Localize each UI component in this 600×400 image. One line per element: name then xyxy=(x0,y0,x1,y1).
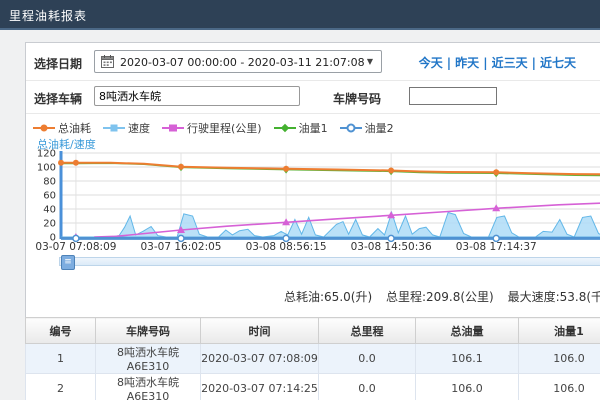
table-header-cell: 编号 xyxy=(26,318,96,344)
table-header-row: 编号车牌号码时间总里程总油量油量1 xyxy=(26,318,600,344)
table-row: 28吨洒水车皖A6E3102020-03-07 07:14:250.0106.0… xyxy=(26,374,600,400)
table-header-cell: 时间 xyxy=(201,318,319,344)
table-cell: 106.0 xyxy=(416,374,519,400)
summary-stats: 总耗油:65.0(升) 总里程:209.8(公里) 最大速度:53.8(千米/小… xyxy=(284,288,600,305)
page-header: 里程油耗报表 xyxy=(0,0,600,30)
report-screen: 里程油耗报表 选择日期 2020-03-07 00:00:00 - 2020-0… xyxy=(0,0,600,400)
chart-marker-circle-open xyxy=(493,235,499,241)
vehicle-label: 选择车辆 xyxy=(34,90,82,107)
table-cell: 106.0 xyxy=(519,374,600,400)
quick-link-yesterday[interactable]: 昨天 xyxy=(455,56,479,70)
table-cell: 0.0 xyxy=(319,344,416,374)
x-tick-label: 03-08 08:56:15 xyxy=(246,241,327,253)
triangle-legend-icon xyxy=(162,123,184,133)
report-panel: 选择日期 2020-03-07 00:00:00 - 2020-03-11 21… xyxy=(25,42,600,400)
square-legend-icon xyxy=(103,123,125,133)
chart-marker-circle-open xyxy=(178,235,184,241)
y-tick-label: 100 xyxy=(37,163,56,174)
chart-marker-circle-open xyxy=(283,235,289,241)
x-tick-label: 03-08 17:14:37 xyxy=(456,241,537,253)
date-range-picker[interactable]: 2020-03-07 00:00:00 - 2020-03-11 21:07:0… xyxy=(94,50,382,73)
fuel-mileage-chart: 02040608010012003-07 07:08:0903-07 16:02… xyxy=(26,147,600,259)
scrollbar-handle[interactable]: ≡ xyxy=(61,255,75,270)
max-speed: 最大速度:53.8(千米/小时) xyxy=(508,290,600,304)
circle-legend-icon xyxy=(33,123,55,133)
table-cell: 106.1 xyxy=(416,344,519,374)
table-header-cell: 总油量 xyxy=(416,318,519,344)
date-label: 选择日期 xyxy=(34,55,82,72)
circle-open-legend-icon xyxy=(340,123,362,133)
table-cell: 2020-03-07 07:08:09 xyxy=(201,344,319,374)
report-table: 编号车牌号码时间总里程总油量油量118吨洒水车皖A6E3102020-03-07… xyxy=(25,317,600,400)
legend-item-1[interactable]: 总油耗 xyxy=(33,120,91,136)
legend-item-4[interactable]: 油量1 xyxy=(274,120,328,136)
table-cell: 8吨洒水车皖A6E310 xyxy=(96,344,201,374)
quick-link-today[interactable]: 今天 xyxy=(419,56,443,70)
chart-legend: 总油耗 速度 行驶里程(公里) 油量1 油量2 xyxy=(33,120,394,136)
table-cell: 106.0 xyxy=(519,344,600,374)
plate-label: 车牌号码 xyxy=(333,90,381,107)
total-mileage: 总里程:209.8(公里) xyxy=(386,290,494,304)
table-header-cell: 车牌号码 xyxy=(96,318,201,344)
chart-marker-circle xyxy=(283,166,289,172)
legend-label: 行驶里程(公里) xyxy=(187,120,262,136)
legend-item-2[interactable]: 速度 xyxy=(103,120,150,136)
vehicle-filter-row: 选择车辆 车牌号码 xyxy=(26,80,600,114)
y-tick-label: 80 xyxy=(43,177,56,188)
quick-link-separator: | xyxy=(447,56,451,70)
legend-label: 油量1 xyxy=(299,120,328,136)
calendar-icon xyxy=(101,55,114,68)
chart-scrollbar[interactable]: ≡ xyxy=(59,257,600,266)
x-tick-label: 03-08 14:50:36 xyxy=(351,241,432,253)
legend-item-3[interactable]: 行驶里程(公里) xyxy=(162,120,262,136)
quick-link-separator: | xyxy=(483,56,487,70)
x-tick-label: 03-07 16:02:05 xyxy=(140,241,221,253)
diamond-legend-icon xyxy=(274,123,296,133)
vehicle-input[interactable] xyxy=(94,86,300,106)
table-cell: 8吨洒水车皖A6E310 xyxy=(96,374,201,400)
table-row: 18吨洒水车皖A6E3102020-03-07 07:08:090.0106.1… xyxy=(26,344,600,374)
plate-input[interactable] xyxy=(409,87,497,105)
chart-marker-circle xyxy=(388,168,394,174)
date-range-value: 2020-03-07 00:00:00 - 2020-03-11 21:07:0… xyxy=(120,56,365,69)
y-tick-label: 20 xyxy=(43,219,56,230)
legend-label: 总油耗 xyxy=(58,120,91,136)
chart-marker-circle-open xyxy=(73,235,79,241)
legend-label: 速度 xyxy=(128,120,150,136)
y-tick-label: 120 xyxy=(37,149,56,160)
quick-link-separator: | xyxy=(532,56,536,70)
table-cell: 1 xyxy=(26,344,96,374)
legend-label: 油量2 xyxy=(365,120,394,136)
quick-link-last-3-days[interactable]: 近三天 xyxy=(492,56,528,70)
chart-marker-circle xyxy=(58,160,64,166)
table-cell: 2 xyxy=(26,374,96,400)
table-cell: 2020-03-07 07:14:25 xyxy=(201,374,319,400)
table-header-cell: 总里程 xyxy=(319,318,416,344)
date-filter-row: 选择日期 2020-03-07 00:00:00 - 2020-03-11 21… xyxy=(26,43,600,81)
y-tick-label: 40 xyxy=(43,205,56,216)
chevron-down-icon[interactable]: ▼ xyxy=(367,57,373,66)
chart-marker-circle xyxy=(73,160,79,166)
total-fuel-consumed: 总耗油:65.0(升) xyxy=(284,290,372,304)
table-cell: 0.0 xyxy=(319,374,416,400)
chart-marker-circle-open xyxy=(388,235,394,241)
chart-marker-circle xyxy=(493,169,499,175)
x-tick-label: 03-07 07:08:09 xyxy=(35,241,116,253)
quick-link-last-7-days[interactable]: 近七天 xyxy=(540,56,576,70)
quick-date-links: 今天 | 昨天 | 近三天 | 近七天 xyxy=(416,54,579,71)
legend-item-5[interactable]: 油量2 xyxy=(340,120,394,136)
series-line-总油耗 xyxy=(61,163,600,175)
chart-marker-circle xyxy=(178,164,184,170)
page-title: 里程油耗报表 xyxy=(9,7,87,24)
y-tick-label: 60 xyxy=(43,191,56,202)
table-header-cell: 油量1 xyxy=(519,318,600,344)
